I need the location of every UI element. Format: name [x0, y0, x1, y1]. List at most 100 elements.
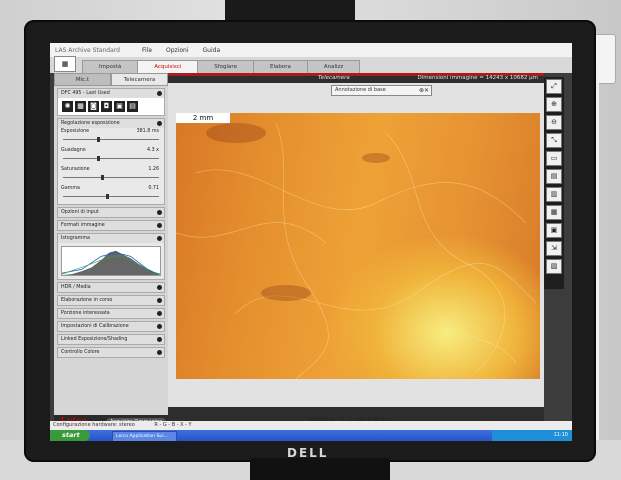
hdr-header[interactable]: HDR / Media — [58, 283, 164, 292]
live-image[interactable] — [176, 113, 540, 379]
format-section: Formati immagine — [57, 220, 165, 231]
aperture-icon[interactable]: ✺ — [62, 101, 73, 112]
slider-track[interactable] — [63, 194, 159, 199]
expand-icon[interactable] — [157, 311, 162, 316]
grid-icon[interactable]: ▦ — [75, 101, 86, 112]
annotation-toolbar[interactable]: Annotazione di base ⊗✕ — [331, 85, 432, 96]
color-header[interactable]: Controllo Colore — [58, 348, 164, 357]
collapse-icon[interactable] — [157, 236, 162, 241]
expand-icon[interactable] — [157, 285, 162, 290]
screen: LAS Archive Standard File Opzioni Guida … — [50, 43, 572, 441]
input-section: Opzioni di input — [57, 207, 165, 218]
collapse-icon[interactable] — [157, 121, 162, 126]
zoom-in-icon[interactable]: ⊕ — [546, 97, 562, 112]
exposure-section: Regolazione esposizione Esposizione 381.… — [57, 118, 165, 205]
tab-browse[interactable]: Sfoglare — [197, 60, 254, 73]
gain-slider[interactable]: Guadagno 4.3 x — [58, 147, 164, 166]
camera-icon[interactable]: ◙ — [88, 101, 99, 112]
slider-track[interactable] — [63, 175, 159, 180]
capture-icon[interactable]: ▥ — [546, 187, 562, 202]
histogram-plot — [61, 246, 161, 276]
menu-options[interactable]: Opzioni — [166, 47, 189, 54]
section-title: Porzione interessata — [61, 311, 110, 316]
start-button[interactable]: start — [50, 430, 90, 441]
stitch-section: Elaborazione in corso — [57, 295, 165, 306]
exposure-slider[interactable]: Esposizione 381.8 ms — [58, 128, 164, 147]
taskbar-item-leica[interactable]: Leica Application Sui... — [112, 431, 177, 441]
histogram-header[interactable]: Istogramma — [58, 234, 164, 243]
histogram-graph — [61, 250, 161, 276]
display-icon[interactable]: ▭ — [546, 151, 562, 166]
fit-window-icon[interactable]: ⤡ — [546, 133, 562, 148]
subtab-microscope[interactable]: Mic.t — [54, 73, 111, 86]
tab-acquire[interactable]: Acquisisci — [137, 60, 199, 73]
viewer-header: Telecamera Dimensioni immagine = 14243 x… — [168, 73, 544, 83]
hardware-status: Configurazione hardware: stereo — [53, 422, 135, 428]
home-icon[interactable]: ▦ — [54, 56, 76, 72]
stitch-header[interactable]: Elaborazione in corso — [58, 296, 164, 305]
roi-header[interactable]: Porzione interessata — [58, 309, 164, 318]
clock: 11:10 — [553, 432, 568, 438]
slider-thumb[interactable] — [96, 137, 100, 142]
section-title: Formati immagine — [61, 223, 105, 228]
slider-label: Gamma — [61, 186, 80, 191]
saturation-slider[interactable]: Saturazione 1.26 — [58, 166, 164, 185]
tab-process[interactable]: Elabora — [252, 60, 308, 73]
slider-thumb[interactable] — [101, 175, 105, 180]
tab-analyze[interactable]: Analizz — [306, 60, 361, 73]
close-icon[interactable]: ⊗✕ — [419, 86, 429, 95]
camera-select[interactable]: DFC 495 - Last Used — [58, 89, 164, 98]
expand-icon[interactable] — [157, 91, 162, 96]
exposure-header[interactable]: Regolazione esposizione — [58, 119, 164, 128]
expand-icon[interactable] — [157, 298, 162, 303]
slider-track[interactable] — [63, 137, 159, 142]
zoom-out-icon[interactable]: ⊖ — [546, 115, 562, 130]
input-header[interactable]: Opzioni di input — [58, 208, 164, 217]
shading-section: Linked Esposizione/Shading — [57, 334, 165, 345]
viewer-title: Telecamera — [318, 75, 350, 81]
left-subtabs: Mic.t Telecamera — [54, 73, 168, 86]
annotation-label: Annotazione di base — [335, 87, 386, 93]
print-icon[interactable]: ▤ — [127, 101, 138, 112]
color-section: Controllo Colore — [57, 347, 165, 358]
tab-setup[interactable]: Impostà — [82, 60, 139, 73]
grid-overlay-icon[interactable]: ▦ — [546, 205, 562, 220]
rgb-readout: R - G - B - X - Y — [154, 422, 192, 428]
overlay-icon[interactable]: ▤ — [546, 169, 562, 184]
section-title: Opzioni di input — [61, 210, 99, 215]
expand-icon[interactable] — [157, 350, 162, 355]
expand-icon[interactable] — [157, 337, 162, 342]
section-title: Controllo Colore — [61, 350, 100, 355]
shading-header[interactable]: Linked Esposizione/Shading — [58, 335, 164, 344]
title-bar: LAS Archive Standard File Opzioni Guida — [50, 43, 572, 57]
section-title: Elaborazione in corso — [61, 298, 113, 303]
slider-thumb[interactable] — [106, 194, 110, 199]
calibration-header[interactable]: Impostazioni di Calibrazione — [58, 322, 164, 331]
power-cable — [596, 60, 609, 480]
menu-help[interactable]: Guida — [203, 47, 221, 54]
taskbar: start Leica Application Sui... 11:10 — [50, 430, 572, 441]
snapshot-icon[interactable]: ◘ — [101, 101, 112, 112]
gamma-slider[interactable]: Gamma 0.71 — [58, 185, 164, 204]
subtab-camera[interactable]: Telecamera — [111, 73, 168, 86]
measure-icon[interactable]: ⇲ — [546, 241, 562, 256]
layout-icon[interactable]: ▣ — [546, 223, 562, 238]
hdr-section: HDR / Media — [57, 282, 165, 293]
expand-icon[interactable] — [157, 223, 162, 228]
histogram-section: Istogramma — [57, 233, 165, 280]
slider-label: Esposizione — [61, 129, 90, 134]
auto-exposure-icon[interactable]: ⤢ — [546, 79, 562, 94]
exposure-title: Regolazione esposizione — [61, 121, 120, 126]
expand-icon[interactable] — [157, 324, 162, 329]
export-icon[interactable]: ▧ — [546, 259, 562, 274]
menu-file[interactable]: File — [142, 47, 152, 54]
slider-track[interactable] — [63, 156, 159, 161]
frame-icon[interactable]: ▣ — [114, 101, 125, 112]
left-panel: Mic.t Telecamera DFC 495 - Last Used ✺ ▦… — [54, 73, 168, 421]
webcam-mount — [225, 0, 355, 22]
expand-icon[interactable] — [157, 210, 162, 215]
status-bar: Configurazione hardware: stereo R - G - … — [50, 421, 572, 430]
format-header[interactable]: Formati immagine — [58, 221, 164, 230]
camera-section: DFC 495 - Last Used ✺ ▦ ◙ ◘ ▣ ▤ — [57, 88, 165, 116]
slider-thumb[interactable] — [96, 156, 100, 161]
